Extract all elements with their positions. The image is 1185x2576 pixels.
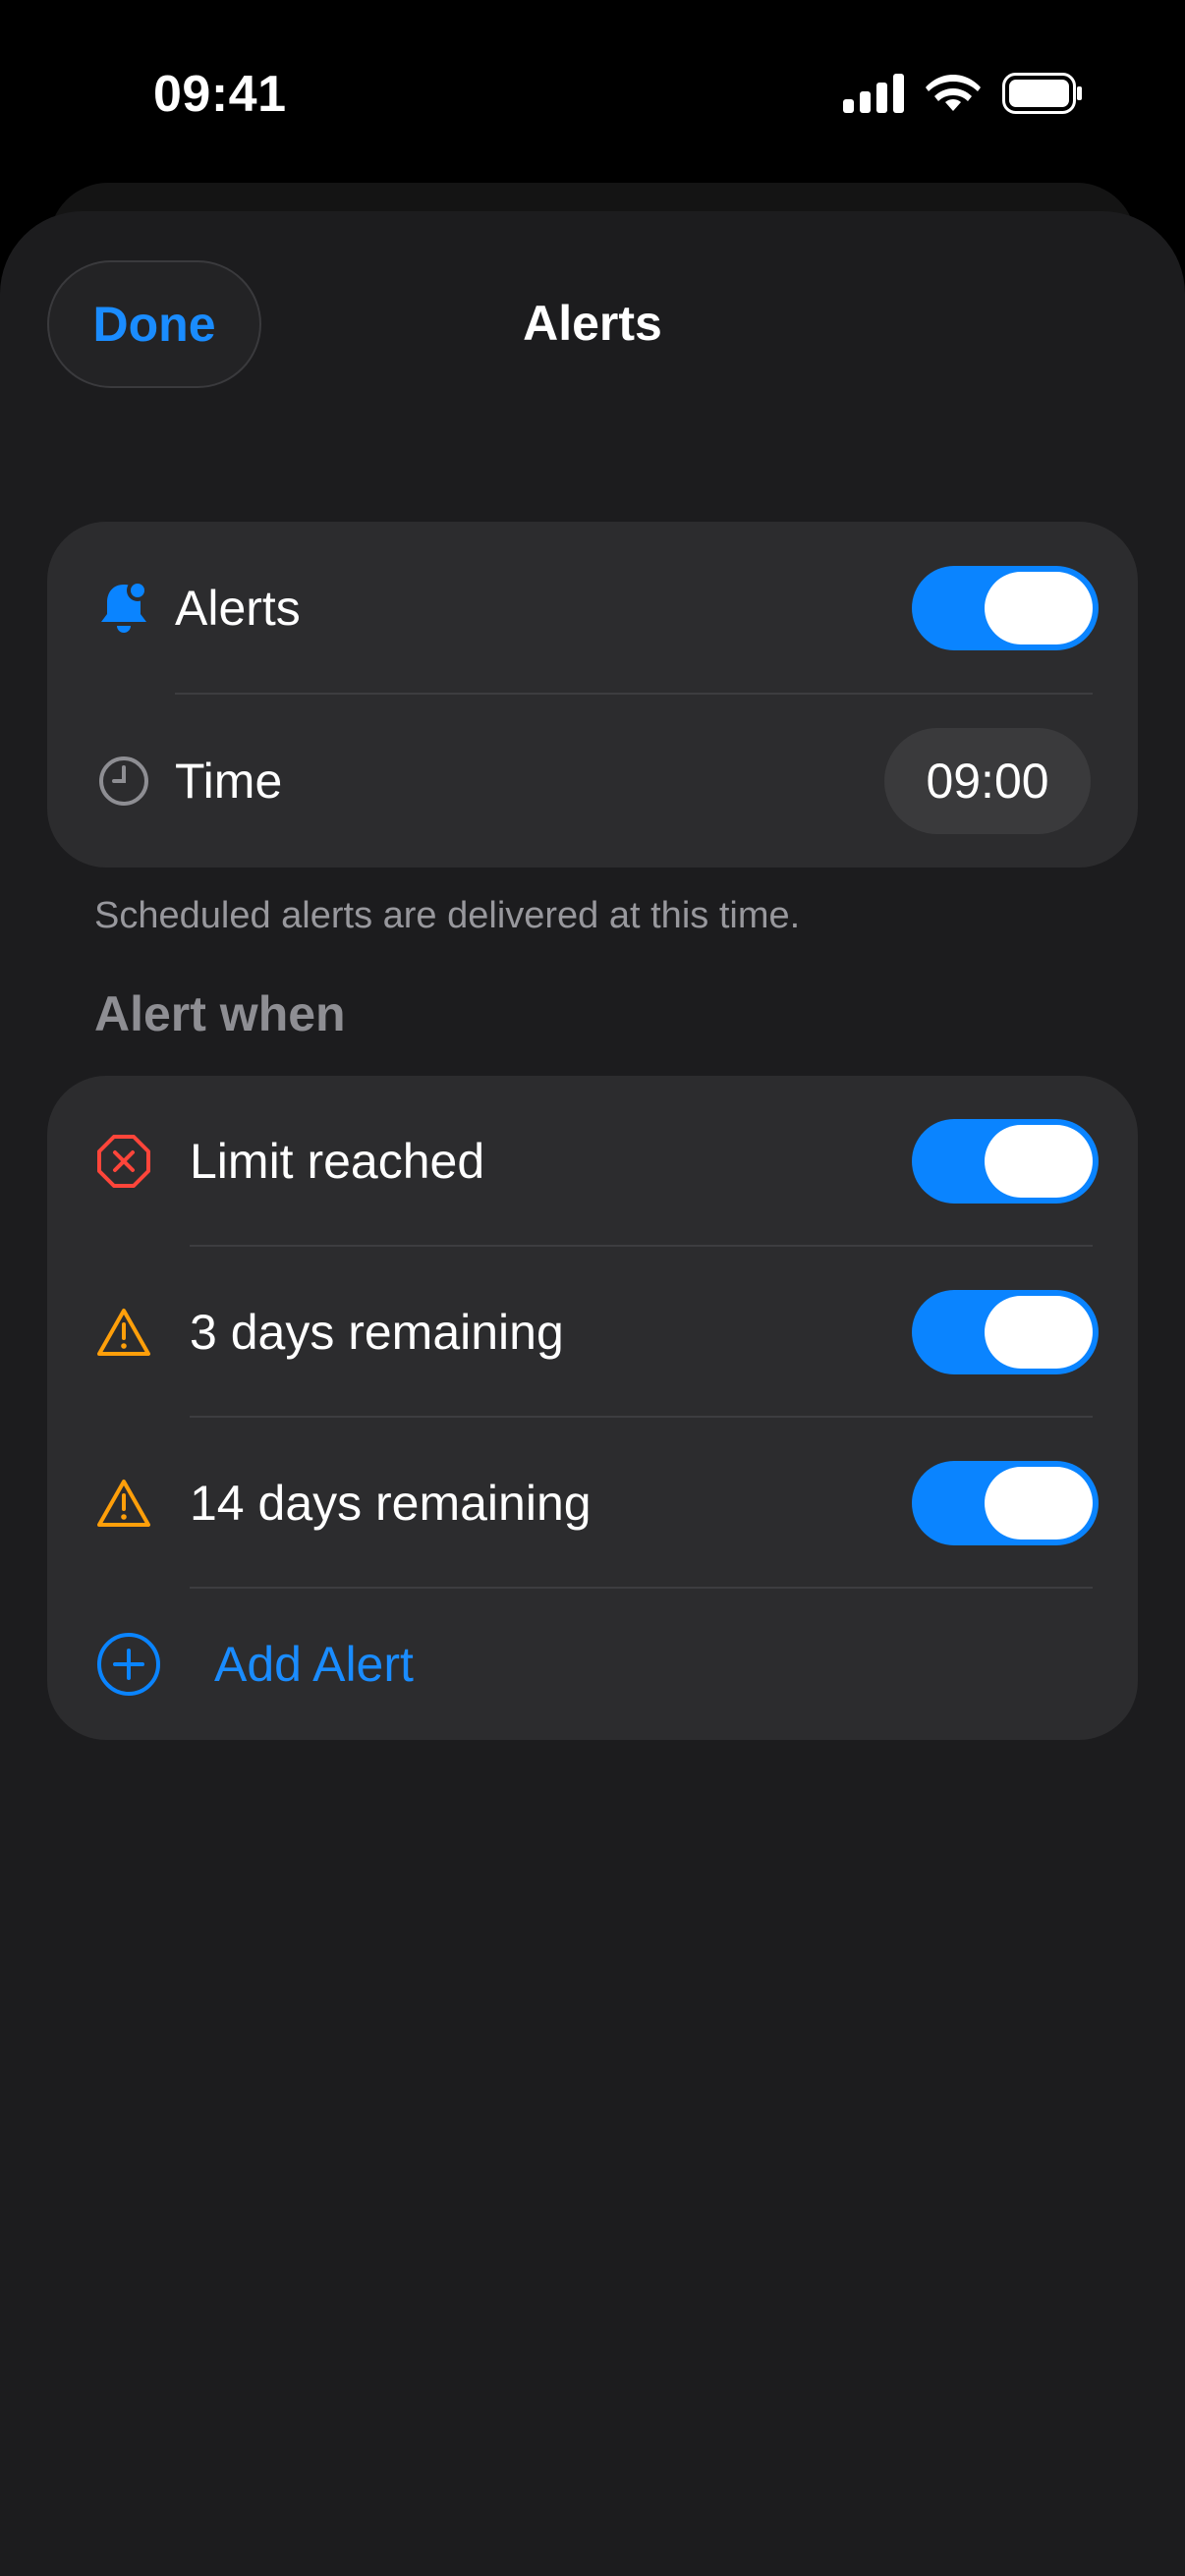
limit-reached-toggle[interactable] [912, 1119, 1099, 1204]
alerts-toggle[interactable] [912, 566, 1099, 650]
x-octagon-icon [96, 1134, 151, 1189]
warning-triangle-icon [96, 1305, 151, 1360]
alerts-label: Alerts [175, 581, 301, 636]
alert-when-header: Alert when [94, 986, 346, 1041]
time-picker[interactable]: 09:00 [884, 728, 1091, 834]
alert-when-group: Limit reached 3 days remaining 14 days r… [47, 1076, 1138, 1740]
time-footnote: Scheduled alerts are delivered at this t… [94, 895, 801, 936]
warning-triangle-icon [96, 1476, 151, 1531]
toggle-knob [985, 572, 1093, 644]
add-alert-label: Add Alert [214, 1637, 414, 1692]
list-item-3-days: 3 days remaining [47, 1247, 1138, 1418]
status-time: 09:41 [153, 66, 287, 123]
toggle-knob [985, 1125, 1093, 1198]
alerts-toggle-row: Alerts [47, 522, 1138, 695]
plus-circle-icon [96, 1632, 161, 1697]
item-label: 3 days remaining [190, 1305, 564, 1360]
clock-icon [96, 754, 151, 809]
bell-badge-icon [96, 581, 151, 636]
toggle-knob [985, 1296, 1093, 1369]
battery-icon [1002, 73, 1083, 119]
page-title: Alerts [523, 296, 662, 351]
alerts-sheet: Done Alerts Alerts Time 09:00 Scheduled … [0, 211, 1185, 2576]
list-item-14-days: 14 days remaining [47, 1418, 1138, 1589]
add-alert-button[interactable]: Add Alert [47, 1589, 1138, 1740]
item-label: Limit reached [190, 1134, 485, 1189]
status-bar: 09:41 [0, 0, 1185, 187]
14-days-remaining-toggle[interactable] [912, 1461, 1099, 1545]
alerts-settings-group: Alerts Time 09:00 [47, 522, 1138, 868]
time-label: Time [175, 754, 283, 809]
list-item-limit-reached: Limit reached [47, 1076, 1138, 1247]
time-row: Time 09:00 [47, 695, 1138, 868]
item-label: 14 days remaining [190, 1476, 592, 1531]
wifi-icon [926, 74, 981, 118]
status-icons [843, 73, 1083, 119]
toggle-knob [985, 1467, 1093, 1540]
3-days-remaining-toggle[interactable] [912, 1290, 1099, 1374]
cellular-signal-icon [843, 74, 904, 118]
